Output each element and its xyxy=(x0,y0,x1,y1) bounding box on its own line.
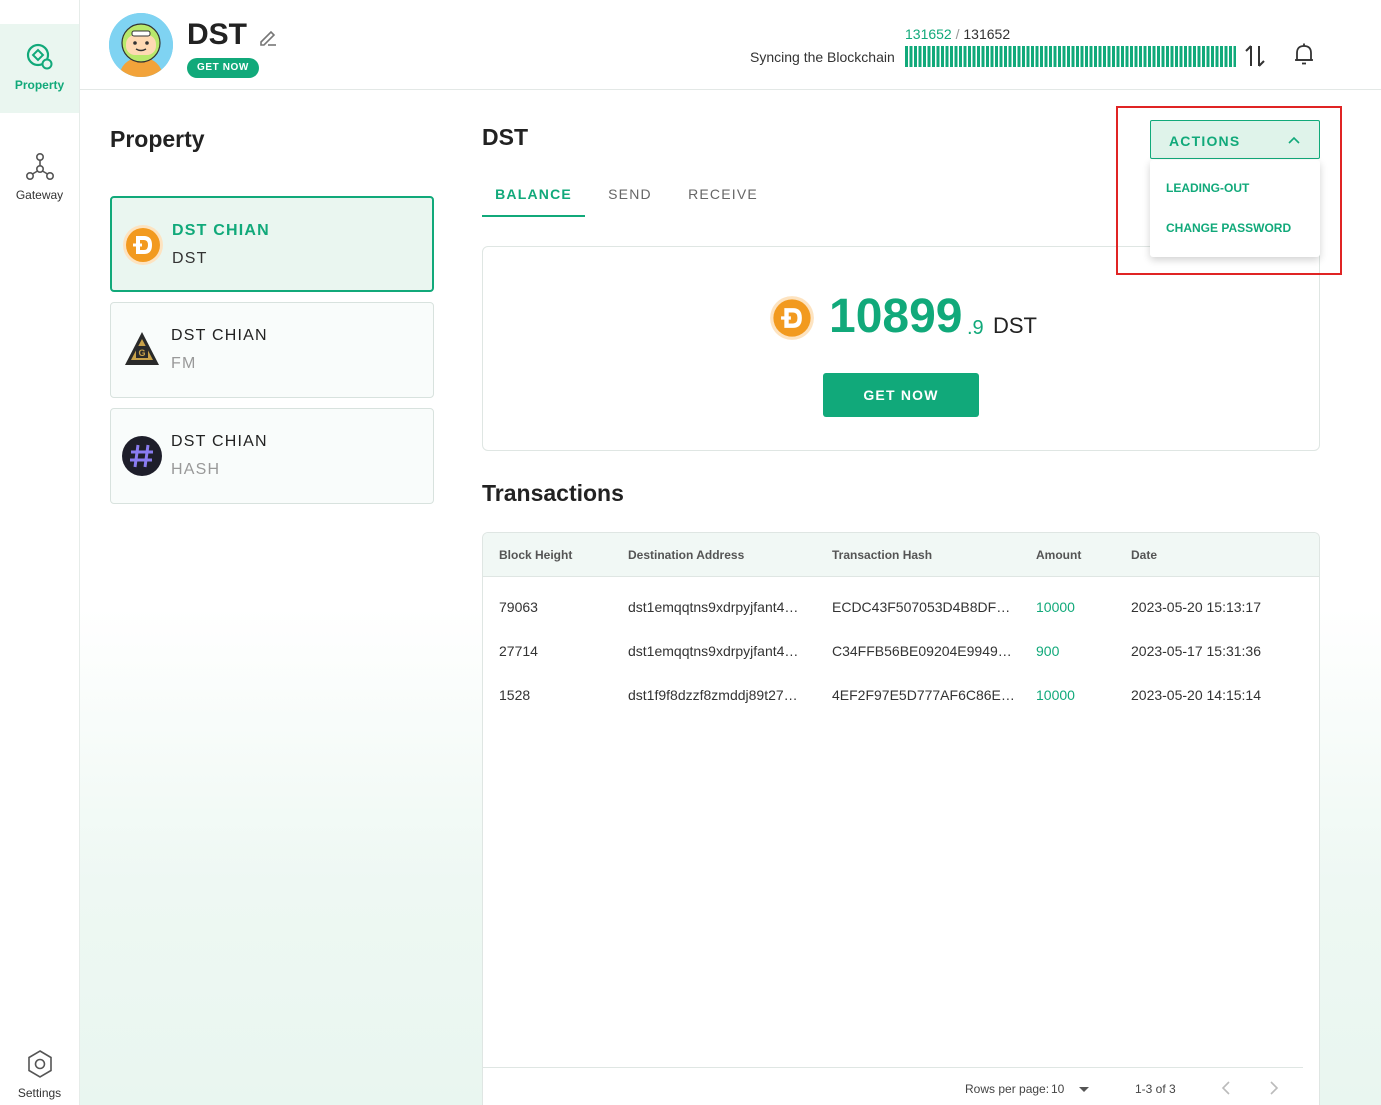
column-header[interactable]: Date xyxy=(1131,548,1157,562)
sync-current: 131652 xyxy=(905,26,952,42)
asset-symbol: FM xyxy=(171,355,197,372)
header-get-now-button[interactable]: GET NOW xyxy=(187,58,259,78)
cell-hash: 4EF2F97E5D777AF6C86E… xyxy=(832,687,1015,703)
cell-amount: 10000 xyxy=(1036,599,1075,615)
chevron-left-icon[interactable] xyxy=(1219,1080,1233,1096)
chevron-right-icon[interactable] xyxy=(1267,1080,1281,1096)
dst-coin-icon xyxy=(123,225,163,265)
caret-down-icon[interactable] xyxy=(1079,1087,1089,1092)
cell-date: 2023-05-17 15:31:36 xyxy=(1131,643,1261,659)
sync-label: Syncing the Blockchain xyxy=(750,49,895,65)
wallet-title: DST xyxy=(187,18,247,51)
cell-block-height: 1528 xyxy=(499,687,531,703)
app-header: DST GET NOW 131652 / 131652 Syncing the … xyxy=(80,0,1381,90)
sort-arrows-icon[interactable] xyxy=(1244,43,1266,69)
transactions-heading: Transactions xyxy=(482,480,624,506)
asset-symbol: HASH xyxy=(171,461,221,478)
sync-block-count: 131652 / 131652 xyxy=(905,26,1010,42)
sidebar: Property Gateway Settings xyxy=(0,0,80,1105)
balance-card: 10899 .9 DST GET NOW xyxy=(482,246,1320,451)
transactions-table: Block Height Destination Address Transac… xyxy=(482,532,1320,1105)
pagination-range: 1-3 of 3 xyxy=(1135,1082,1176,1096)
table-row[interactable]: 27714 dst1emqqtns9xdrpyjfant4… C34FFB56B… xyxy=(483,627,1319,671)
cell-date: 2023-05-20 14:15:14 xyxy=(1131,687,1261,703)
tab-send[interactable]: SEND xyxy=(598,170,662,217)
column-header[interactable]: Amount xyxy=(1036,548,1081,562)
asset-name: DST CHIAN xyxy=(171,327,268,344)
cell-block-height: 79063 xyxy=(499,599,538,615)
asset-title: DST xyxy=(482,124,528,150)
cell-block-height: 27714 xyxy=(499,643,538,659)
tab-balance[interactable]: BALANCE xyxy=(482,170,585,217)
hash-coin-icon xyxy=(122,436,162,476)
table-row[interactable]: 79063 dst1emqqtns9xdrpyjfant4… ECDC43F50… xyxy=(483,583,1319,627)
gateway-icon xyxy=(25,152,54,180)
column-header[interactable]: Transaction Hash xyxy=(832,548,932,562)
cell-destination: dst1emqqtns9xdrpyjfant4… xyxy=(628,643,799,659)
sync-total: 131652 xyxy=(963,26,1011,42)
tab-receive[interactable]: RECEIVE xyxy=(682,170,764,217)
table-row[interactable]: 1528 dst1f9f8dzzf8zmddj89t27… 4EF2F97E5D… xyxy=(483,671,1319,715)
asset-symbol: DST xyxy=(172,250,208,267)
column-header[interactable]: Destination Address xyxy=(628,548,744,562)
asset-card-fm[interactable]: G DST CHIAN FM xyxy=(110,302,434,398)
asset-name: DST CHIAN xyxy=(172,222,270,239)
sidebar-item-gateway[interactable]: Gateway xyxy=(0,146,79,216)
balance-integer: 10899 xyxy=(829,290,963,343)
cell-destination: dst1f9f8dzzf8zmddj89t27… xyxy=(628,687,798,703)
settings-icon xyxy=(27,1050,52,1078)
property-heading: Property xyxy=(110,126,205,152)
dst-coin-icon xyxy=(770,296,814,340)
sidebar-item-label: Settings xyxy=(17,1086,62,1100)
svg-text:G: G xyxy=(138,348,145,358)
get-now-button[interactable]: GET NOW xyxy=(823,373,979,417)
table-header: Block Height Destination Address Transac… xyxy=(483,533,1319,577)
avatar[interactable] xyxy=(109,13,173,77)
balance-decimal: .9 xyxy=(967,317,984,339)
rows-per-page-label: Rows per page: xyxy=(965,1082,1050,1096)
column-header[interactable]: Block Height xyxy=(499,548,572,562)
asset-card-hash[interactable]: DST CHIAN HASH xyxy=(110,408,434,504)
sync-separator: / xyxy=(955,26,960,42)
sidebar-item-property[interactable]: Property xyxy=(0,24,79,113)
asset-name: DST CHIAN xyxy=(171,433,268,450)
cell-destination: dst1emqqtns9xdrpyjfant4… xyxy=(628,599,799,615)
sidebar-item-settings[interactable]: Settings xyxy=(0,1046,79,1105)
balance-unit: DST xyxy=(993,313,1037,338)
avatar-illustration-icon xyxy=(109,13,173,77)
asset-card-dst[interactable]: DST CHIAN DST xyxy=(110,196,434,292)
rows-per-page-select[interactable]: 10 xyxy=(1051,1082,1064,1096)
sidebar-item-label: Gateway xyxy=(15,188,64,202)
edit-icon[interactable] xyxy=(257,26,279,48)
main-area: DST GET NOW 131652 / 131652 Syncing the … xyxy=(80,0,1381,1105)
table-pagination: Rows per page: 10 1-3 of 3 xyxy=(483,1067,1303,1105)
fm-coin-icon: G xyxy=(125,332,159,365)
cell-hash: C34FFB56BE09204E9949… xyxy=(832,643,1012,659)
bell-icon[interactable] xyxy=(1293,42,1315,66)
cell-hash: ECDC43F507053D4B8DF… xyxy=(832,599,1011,615)
cell-amount: 10000 xyxy=(1036,687,1075,703)
sidebar-item-label: Property xyxy=(14,78,65,92)
property-icon xyxy=(26,43,52,70)
highlight-box xyxy=(1116,106,1342,275)
cell-date: 2023-05-20 15:13:17 xyxy=(1131,599,1261,615)
cell-amount: 900 xyxy=(1036,643,1060,659)
sync-progress-bar xyxy=(905,46,1236,67)
